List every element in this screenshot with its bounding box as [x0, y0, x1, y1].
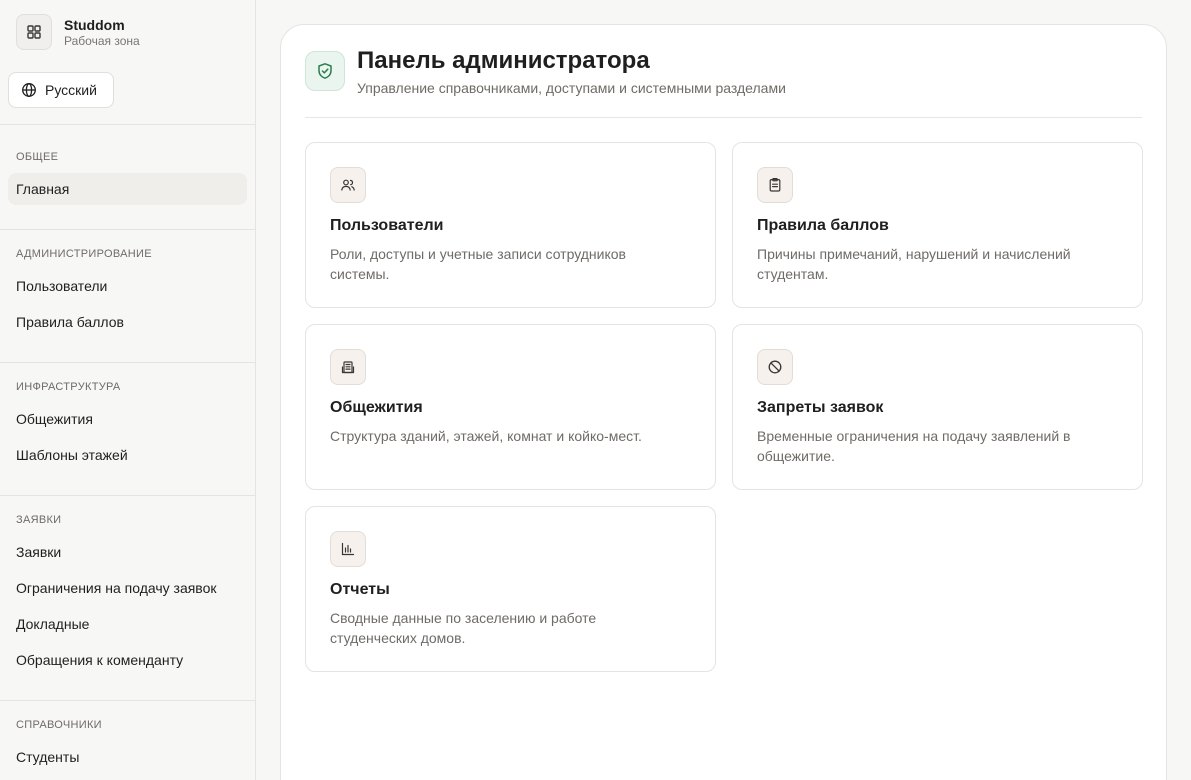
section-title-admin: Администрирование — [16, 248, 152, 260]
card-title: Запреты заявок — [757, 399, 884, 416]
shield-icon — [305, 51, 345, 91]
grid-icon — [16, 14, 52, 50]
section-title-infrastructure: Инфраструктура — [16, 381, 121, 393]
language-label: Русский — [45, 82, 97, 98]
sidebar: Studdom Рабочая зона Русский Общее Главн… — [0, 0, 256, 780]
clipboard-icon — [757, 167, 793, 203]
sidebar-item-requests[interactable]: Заявки — [8, 536, 247, 568]
sidebar-item-reports-notes[interactable]: Докладные — [8, 608, 247, 640]
ban-icon — [757, 349, 793, 385]
card-title: Общежития — [330, 399, 423, 416]
sidebar-item-commandant-appeals[interactable]: Обращения к коменданту — [8, 644, 247, 676]
sidebar-item-users[interactable]: Пользователи — [8, 270, 247, 302]
globe-icon — [22, 83, 36, 97]
brand-name: Studdom — [64, 16, 125, 33]
brand[interactable]: Studdom Рабочая зона — [16, 14, 140, 50]
sidebar-divider — [0, 229, 255, 230]
card-description: Роли, доступы и учетные записи сотрудник… — [330, 246, 626, 282]
card-title: Правила баллов — [757, 217, 889, 234]
card-description: Сводные данные по заселению и работе сту… — [330, 610, 597, 646]
sidebar-item-score-rules[interactable]: Правила баллов — [8, 306, 247, 338]
card-users[interactable]: Пользователи Роли, доступы и учетные зап… — [305, 142, 716, 308]
card-title: Пользователи — [330, 217, 444, 234]
users-icon — [330, 167, 366, 203]
admin-panel: Панель администратора Управление справоч… — [280, 24, 1167, 780]
card-title: Отчеты — [330, 581, 390, 598]
sidebar-divider — [0, 362, 255, 363]
sidebar-item-request-limits[interactable]: Ограничения на подачу заявок — [8, 572, 247, 604]
card-description: Структура зданий, этажей, комнат и койко… — [330, 428, 642, 444]
sidebar-item-dormitories[interactable]: Общежития — [8, 403, 247, 435]
section-title-general: Общее — [16, 151, 59, 163]
section-title-directories: Справочники — [16, 719, 102, 731]
page-title: Панель администратора — [357, 47, 650, 74]
sidebar-item-students[interactable]: Студенты — [8, 741, 247, 773]
card-score-rules[interactable]: Правила баллов Причины примечаний, наруш… — [732, 142, 1143, 308]
card-request-bans[interactable]: Запреты заявок Временные ограничения на … — [732, 324, 1143, 490]
brand-subtitle: Рабочая зона — [64, 33, 140, 48]
building-icon — [330, 349, 366, 385]
sidebar-divider — [0, 124, 255, 125]
card-reports[interactable]: Отчеты Сводные данные по заселению и раб… — [305, 506, 716, 672]
sidebar-divider — [0, 495, 255, 496]
sidebar-item-home[interactable]: Главная — [8, 173, 247, 205]
card-description: Временные ограничения на подачу заявлени… — [757, 428, 1071, 464]
card-description: Причины примечаний, нарушений и начислен… — [757, 246, 1071, 282]
bar-chart-icon — [330, 531, 366, 567]
sidebar-divider — [0, 700, 255, 701]
language-button[interactable]: Русский — [8, 72, 114, 108]
page-subtitle: Управление справочниками, доступами и си… — [357, 80, 786, 96]
header-divider — [305, 117, 1142, 118]
card-dormitories[interactable]: Общежития Структура зданий, этажей, комн… — [305, 324, 716, 490]
section-title-requests: Заявки — [16, 514, 62, 526]
sidebar-item-floor-templates[interactable]: Шаблоны этажей — [8, 439, 247, 471]
